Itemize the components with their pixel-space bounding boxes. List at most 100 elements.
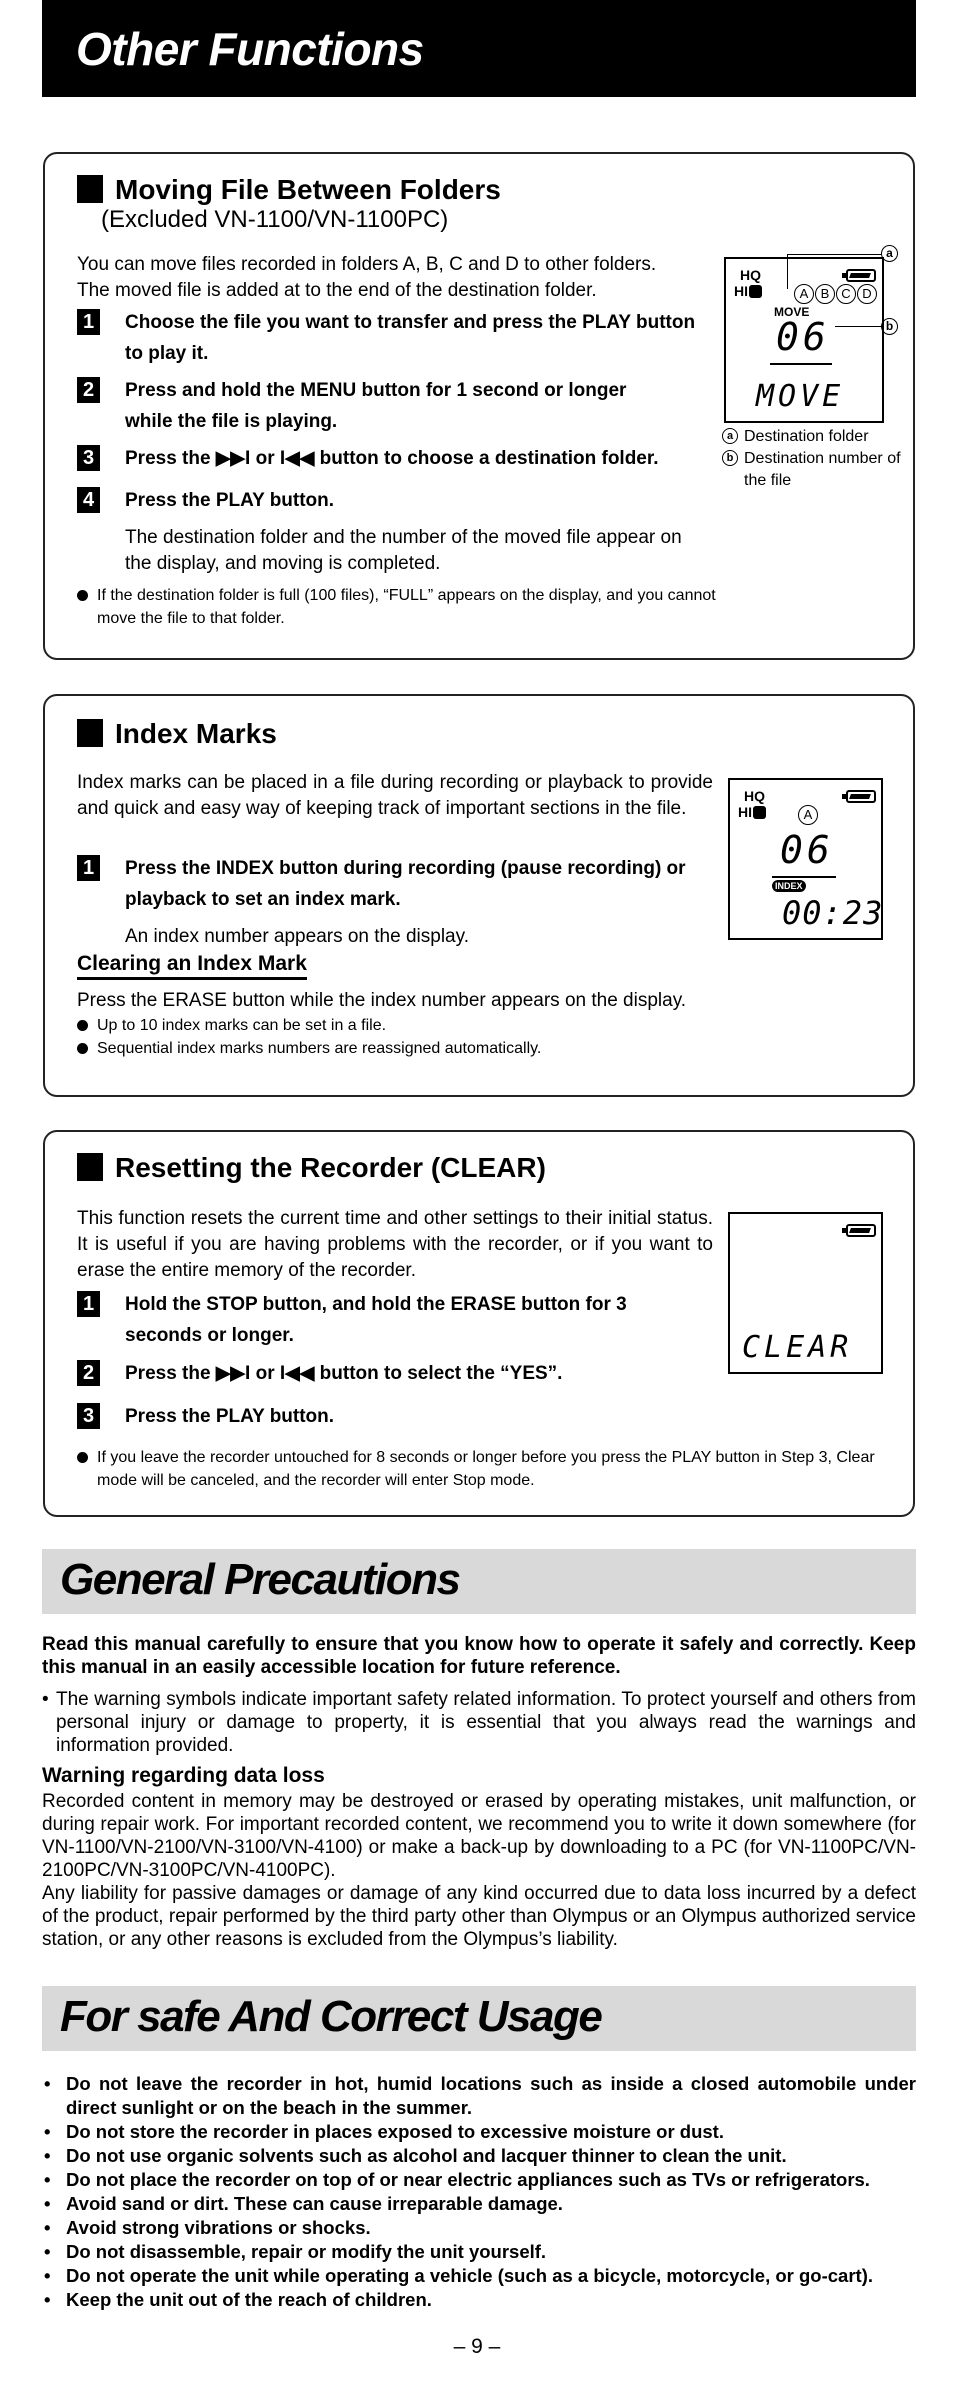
lcd-underline xyxy=(770,363,832,365)
warning-paragraph: Recorded content in memory may be destro… xyxy=(42,1791,916,1881)
step-number: 1 xyxy=(77,1291,100,1317)
section-title-text: Moving File Between Folders xyxy=(115,174,501,205)
clearing-text: Press the ERASE button while the index n… xyxy=(77,990,687,1011)
list-item: Avoid strong vibrations or shocks. xyxy=(42,2216,916,2240)
lcd-time: 00:23 xyxy=(782,894,884,932)
intro-line: The moved file is added at to the end of… xyxy=(77,280,597,301)
intro-text: Index marks can be placed in a file duri… xyxy=(77,772,713,819)
step-number: 1 xyxy=(77,855,100,881)
step-1: 1 Hold the STOP button, and hold the ERA… xyxy=(77,1289,677,1351)
page-title: Other Functions xyxy=(76,23,424,75)
list-item: Do not store the recorder in places expo… xyxy=(42,2120,916,2144)
step-text: Press the INDEX button during recording … xyxy=(125,858,686,910)
folder-a-indicator: A xyxy=(794,284,814,304)
lcd-display-clear: CLEAR xyxy=(728,1212,883,1374)
section-title-text: Resetting the Recorder (CLEAR) xyxy=(115,1152,546,1183)
intro-line: You can move files recorded in folders A… xyxy=(77,254,657,275)
general-precautions-title: General Precautions xyxy=(60,1555,461,1604)
bullet-dot-icon xyxy=(77,1043,88,1054)
step-number: 2 xyxy=(77,377,100,403)
precautions-bullet: • The warning symbols indicate important… xyxy=(42,1688,916,1757)
section-title: Resetting the Recorder (CLEAR) xyxy=(77,1152,546,1184)
step-number: 2 xyxy=(77,1360,100,1386)
callout-b-marker: b xyxy=(881,318,898,335)
legend-item: a Destination folder xyxy=(722,426,902,448)
list-item: Do not disassemble, repair or modify the… xyxy=(42,2240,916,2264)
lcd-hi-label: HI xyxy=(738,804,766,820)
bullet-dot-icon xyxy=(77,1020,88,1031)
note-text: Up to 10 index marks can be set in a fil… xyxy=(97,1017,387,1034)
lcd-file-number: 06 xyxy=(776,315,830,359)
note: If the destination folder is full (100 f… xyxy=(77,584,717,630)
folder-c-indicator: C xyxy=(836,284,856,304)
section-index-marks: Index Marks Index marks can be placed in… xyxy=(43,694,915,1097)
intro-text: This function resets the current time an… xyxy=(77,1208,713,1281)
safe-usage-banner: For safe And Correct Usage xyxy=(42,1986,916,2051)
legend-item: b Destination number of the file xyxy=(722,448,902,492)
note: Sequential index marks numbers are reass… xyxy=(77,1037,837,1060)
note-text: If the destination folder is full (100 f… xyxy=(97,587,716,627)
bullet-dot-icon: • xyxy=(42,1689,49,1710)
folder-b-indicator: B xyxy=(815,284,835,304)
list-item: Do not leave the recorder in hot, humid … xyxy=(42,2072,916,2120)
general-precautions-banner: General Precautions xyxy=(42,1549,916,1614)
lcd-hq-label: HQ xyxy=(740,267,761,283)
step-2: 2 Press and hold the MENU button for 1 s… xyxy=(77,375,677,437)
lcd-hi-label: HI xyxy=(734,283,762,299)
step-number: 3 xyxy=(77,445,100,471)
microphone-icon xyxy=(753,806,766,819)
list-item: Keep the unit out of the reach of childr… xyxy=(42,2288,916,2312)
safe-usage-title: For safe And Correct Usage xyxy=(60,1992,603,2041)
legend-text: Destination number of the file xyxy=(744,450,901,489)
legend-key: a xyxy=(722,428,738,444)
step-text: Press and hold the MENU button for 1 sec… xyxy=(125,380,627,432)
precautions-bullet-text: The warning symbols indicate important s… xyxy=(56,1689,916,1756)
microphone-icon xyxy=(749,285,762,298)
step-3: 3 Press the PLAY button. xyxy=(77,1401,697,1432)
section-resetting: Resetting the Recorder (CLEAR) This func… xyxy=(43,1130,915,1517)
note: Up to 10 index marks can be set in a fil… xyxy=(77,1014,837,1037)
step-3: 3 Press the ▶▶I or I◀◀ button to choose … xyxy=(77,443,727,474)
note-text: If you leave the recorder untouched for … xyxy=(97,1449,875,1489)
lcd-hi-text: HI xyxy=(734,283,748,299)
lcd-legend: a Destination folder b Destination numbe… xyxy=(722,426,902,492)
note-text: Sequential index marks numbers are reass… xyxy=(97,1040,542,1057)
battery-icon xyxy=(842,1224,876,1237)
step-text: Press the ▶▶I or I◀◀ button to choose a … xyxy=(125,448,659,469)
step-text: Choose the file you want to transfer and… xyxy=(125,312,696,364)
precautions-lead: Read this manual carefully to ensure tha… xyxy=(42,1634,916,1678)
lcd-hq-label: HQ xyxy=(744,788,765,804)
section-title: Moving File Between Folders xyxy=(77,174,501,206)
step-1-detail: An index number appears on the display. xyxy=(125,926,469,947)
folder-a-indicator: A xyxy=(798,805,818,825)
square-bullet-icon xyxy=(77,175,103,203)
folder-d-indicator: D xyxy=(857,284,877,304)
lcd-display-move: HQ HI ABCD MOVE 06 MOVE xyxy=(724,257,884,423)
bullet-dot-icon xyxy=(77,590,88,601)
clearing-index-heading: Clearing an Index Mark xyxy=(77,952,307,980)
list-item: Do not use organic solvents such as alco… xyxy=(42,2144,916,2168)
bullet-dot-icon xyxy=(77,1452,88,1463)
step-text: Press the ▶▶I or I◀◀ button to select th… xyxy=(125,1363,563,1384)
page-number: – 9 – xyxy=(453,2335,501,2358)
warning-heading: Warning regarding data loss xyxy=(42,1764,325,1787)
lcd-bottom-text: MOVE xyxy=(756,379,845,414)
battery-icon xyxy=(842,790,876,803)
section-moving-file: Moving File Between Folders (Excluded VN… xyxy=(43,152,915,660)
square-bullet-icon xyxy=(77,719,103,747)
lcd-hi-text: HI xyxy=(738,804,752,820)
step-4: 4 Press the PLAY button. xyxy=(77,485,727,516)
section-title-text: Index Marks xyxy=(115,718,277,749)
safe-usage-list: Do not leave the recorder in hot, humid … xyxy=(42,2072,916,2312)
step-number: 1 xyxy=(77,309,100,335)
square-bullet-icon xyxy=(77,1153,103,1181)
intro-text: You can move files recorded in folders A… xyxy=(77,252,717,304)
callout-line-a xyxy=(787,254,881,255)
step-number: 3 xyxy=(77,1403,100,1429)
list-item: Avoid sand or dirt. These can cause irre… xyxy=(42,2192,916,2216)
legend-text: Destination folder xyxy=(744,428,869,445)
lcd-underline xyxy=(772,876,836,878)
step-1: 1 Choose the file you want to transfer a… xyxy=(77,307,697,369)
liability-paragraph: Any liability for passive damages or dam… xyxy=(42,1883,916,1950)
lcd-display-index: HQ HI A 06 INDEX 00:23 xyxy=(728,778,883,940)
